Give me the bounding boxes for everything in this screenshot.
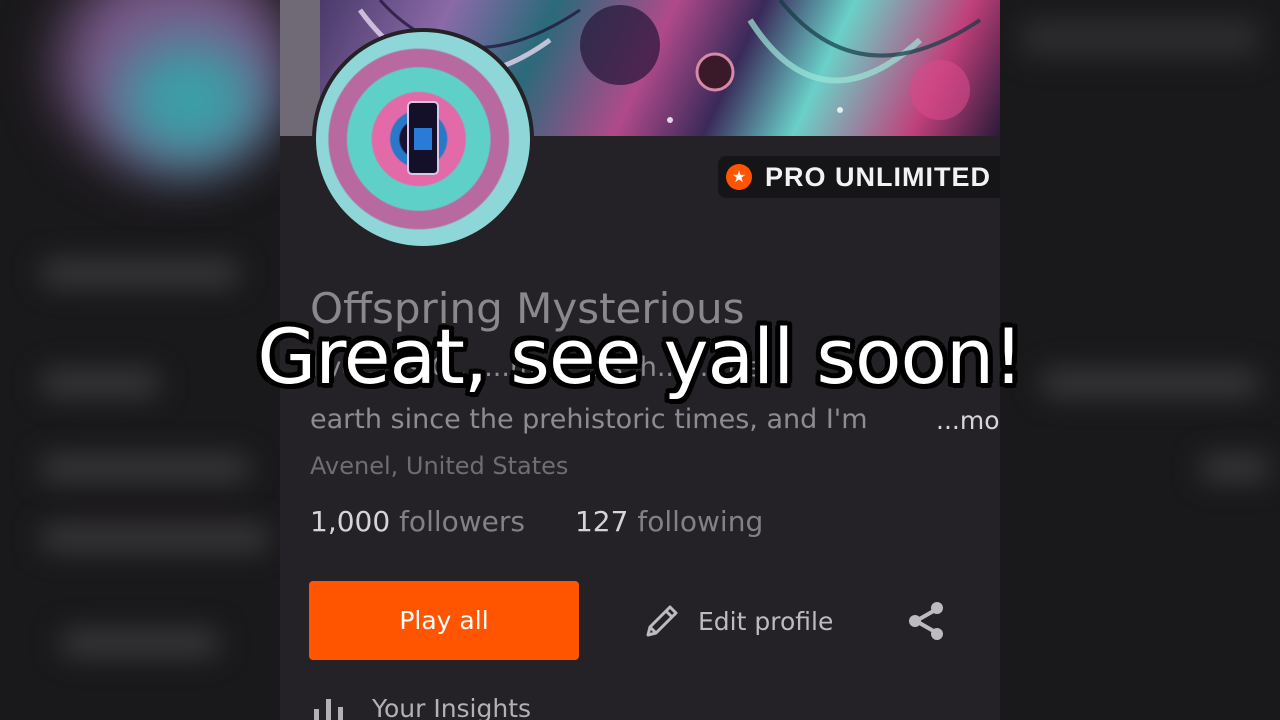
video-frame: ★ PRO UNLIMITED Offspring Mysterious I'v… xyxy=(0,0,1280,720)
share-icon xyxy=(909,602,943,640)
following-link[interactable]: 127 following xyxy=(575,505,763,538)
play-all-button[interactable]: Play all xyxy=(309,581,579,660)
blurred-text-line xyxy=(40,260,240,286)
profile-bio-line: earth since the prehistoric times, and I… xyxy=(310,404,868,435)
pro-unlimited-badge: ★ PRO UNLIMITED xyxy=(718,156,1000,198)
profile-stats: 1,000 followers 127 following xyxy=(310,505,763,538)
insights-label: Your Insights xyxy=(372,694,532,720)
star-icon: ★ xyxy=(726,164,752,190)
bar-chart-icon xyxy=(314,699,343,720)
following-count: 127 xyxy=(574,505,629,538)
pencil-icon xyxy=(646,605,678,637)
blurred-artwork-highlight xyxy=(120,40,260,160)
video-caption: Great, see yall soon! xyxy=(257,312,1023,401)
blurred-text-line xyxy=(1200,455,1270,481)
profile-avatar[interactable] xyxy=(312,28,534,250)
edit-profile-button[interactable]: Edit profile xyxy=(640,596,833,646)
followers-label: followers xyxy=(399,505,525,538)
bio-more-link[interactable]: ...more xyxy=(936,406,1000,435)
profile-location: Avenel, United States xyxy=(310,452,569,480)
followers-link[interactable]: 1,000 followers xyxy=(310,505,525,538)
share-button[interactable] xyxy=(904,598,950,644)
your-insights-link[interactable]: Your Insights xyxy=(310,694,531,720)
pro-badge-label: PRO UNLIMITED xyxy=(765,161,991,192)
avatar-artwork xyxy=(407,101,439,175)
following-label: following xyxy=(637,505,764,538)
blurred-text-line xyxy=(40,455,250,481)
blurred-text-line xyxy=(40,525,270,551)
followers-count: 1,000 xyxy=(310,505,391,538)
edit-profile-label: Edit profile xyxy=(698,606,834,636)
blurred-text-line xyxy=(60,630,220,656)
blurred-banner xyxy=(1020,20,1260,56)
